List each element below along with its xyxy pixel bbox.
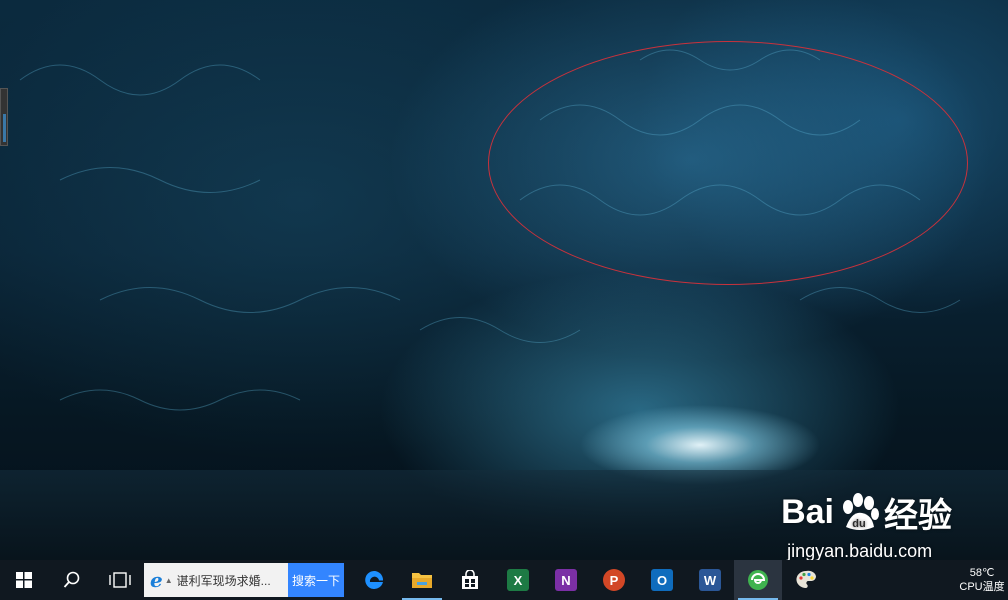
system-tray: 58℃ CPU温度 bbox=[956, 560, 1008, 600]
ie-icon: e bbox=[150, 568, 163, 592]
search-submit-button[interactable]: 搜索一下 bbox=[288, 563, 344, 597]
search-widget-text[interactable]: 谌利军现场求婚... bbox=[177, 572, 271, 589]
task-view-icon bbox=[109, 572, 131, 588]
taskbar-app-outlook[interactable]: O bbox=[638, 560, 686, 600]
taskbar-app-word[interactable]: W bbox=[686, 560, 734, 600]
outlook-icon: O bbox=[651, 569, 673, 591]
word-icon: W bbox=[699, 569, 721, 591]
windows-logo-icon bbox=[16, 572, 32, 588]
powerpoint-icon: P bbox=[603, 569, 625, 591]
taskbar-app-store[interactable] bbox=[446, 560, 494, 600]
cpu-temperature-label: CPU温度 bbox=[959, 581, 1005, 593]
search-button[interactable] bbox=[48, 560, 96, 600]
folder-icon bbox=[412, 573, 432, 588]
watermark-url: jingyan.baidu.com bbox=[787, 541, 933, 560]
taskbar: e ▲ 谌利军现场求婚... 搜索一下 X N P O W 58℃ CPU温度 bbox=[0, 560, 1008, 600]
watermark-brand-suffix: 经验 bbox=[884, 497, 952, 535]
store-icon bbox=[462, 570, 478, 589]
cpu-temperature-value: 58℃ bbox=[969, 567, 995, 579]
taskbar-app-paint[interactable] bbox=[782, 560, 830, 600]
cpu-temperature-widget[interactable]: 58℃ CPU温度 bbox=[956, 566, 1008, 594]
baidu-jingyan-watermark: Bai du 经验 jingyan.baidu.com bbox=[781, 488, 952, 560]
edge-slider-handle[interactable] bbox=[0, 88, 8, 146]
palette-icon bbox=[796, 570, 816, 588]
360-browser-icon bbox=[748, 570, 768, 590]
taskbar-app-edge[interactable] bbox=[350, 560, 398, 600]
watermark-brand: Bai bbox=[781, 493, 834, 531]
task-view-button[interactable] bbox=[96, 560, 144, 600]
svg-text:du: du bbox=[852, 518, 865, 530]
taskbar-app-powerpoint[interactable]: P bbox=[590, 560, 638, 600]
browser-search-widget[interactable]: e ▲ 谌利军现场求婚... bbox=[144, 563, 288, 597]
onenote-icon: N bbox=[555, 569, 577, 591]
annotation-circle bbox=[488, 41, 968, 285]
taskbar-app-file-explorer[interactable] bbox=[398, 560, 446, 600]
dropdown-arrow-icon[interactable]: ▲ bbox=[165, 576, 173, 585]
excel-icon: X bbox=[507, 569, 529, 591]
search-icon bbox=[63, 571, 80, 588]
edge-icon bbox=[365, 571, 384, 589]
taskbar-app-excel[interactable]: X bbox=[494, 560, 542, 600]
taskbar-app-onenote[interactable]: N bbox=[542, 560, 590, 600]
desktop-wallpaper: Bai du 经验 jingyan.baidu.com bbox=[0, 0, 1008, 560]
taskbar-app-360-browser[interactable] bbox=[734, 560, 782, 600]
baidu-paw-icon: du bbox=[843, 492, 879, 530]
start-button[interactable] bbox=[0, 560, 48, 600]
